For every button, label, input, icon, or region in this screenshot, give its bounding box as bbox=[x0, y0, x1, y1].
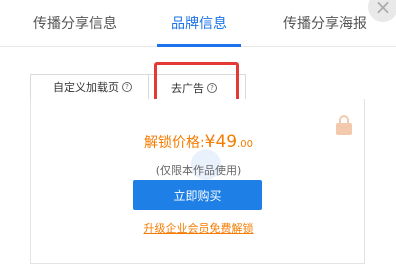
upgrade-enterprise-link[interactable]: 升级企业会员免费解锁 bbox=[31, 220, 366, 236]
price-decimal: .00 bbox=[237, 139, 254, 150]
price-value: ¥49 bbox=[204, 132, 238, 152]
help-icon[interactable]: ? bbox=[207, 82, 217, 93]
close-icon: × bbox=[374, 0, 392, 19]
tab-brand-info[interactable]: 品牌信息 bbox=[171, 13, 227, 33]
subtab-remove-ads[interactable]: 去广告 ? bbox=[149, 74, 246, 100]
price-label: 解锁价格: bbox=[143, 135, 205, 151]
sub-tab-bar: 自定义加载页 ? 去广告 ? bbox=[30, 74, 365, 100]
top-tab-bar: 传播分享信息 品牌信息 传播分享海报 bbox=[0, 0, 396, 47]
buy-now-button[interactable]: 立即购买 bbox=[133, 180, 262, 210]
brand-info-dialog: 传播分享信息 品牌信息 传播分享海报 × 自定义加载页 ? 去广告 ? ● 解锁… bbox=[0, 0, 396, 271]
usage-note: (仅限本作品使用) bbox=[155, 164, 242, 177]
unlock-price: 解锁价格:¥49.00 bbox=[31, 132, 366, 152]
subtab-label: 自定义加载页 bbox=[53, 81, 119, 94]
active-tab-indicator bbox=[157, 44, 241, 47]
remove-ads-panel: ● 解锁价格:¥49.00 (仅限本作品使用) 立即购买 升级企业会员免费解锁 bbox=[30, 99, 365, 264]
subtab-custom-loading-page[interactable]: 自定义加载页 ? bbox=[30, 74, 149, 100]
tab-share-info[interactable]: 传播分享信息 bbox=[33, 13, 117, 33]
tab-share-poster[interactable]: 传播分享海报 bbox=[283, 13, 367, 33]
help-icon[interactable]: ? bbox=[122, 82, 132, 92]
subtab-label: 去广告 bbox=[171, 81, 204, 95]
